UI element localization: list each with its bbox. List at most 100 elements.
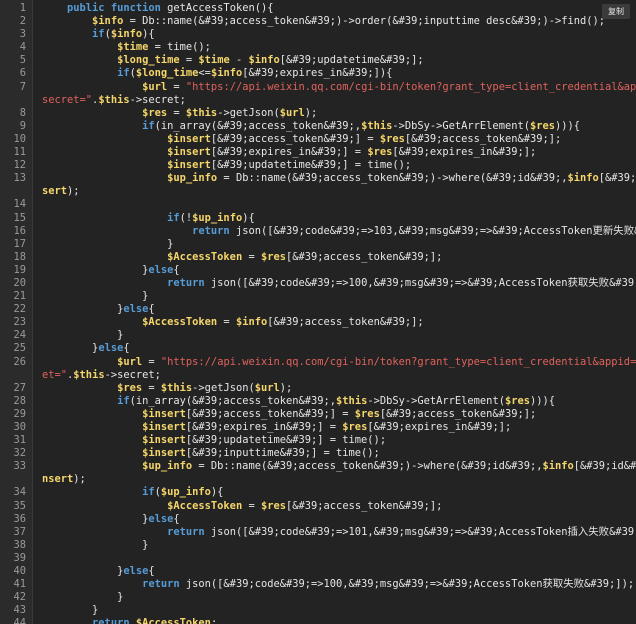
code-token: $up_info [142,460,193,473]
code-text: $insert[&#39;access_token&#39;] = $res[&… [32,408,536,421]
code-line: 22 }else{ [0,303,636,316]
code-viewer: 1 public function getAccessToken(){2 $in… [0,0,636,624]
code-line: 5 $long_time = $time - $info[&#39;update… [0,54,636,67]
code-token: $res [342,421,368,433]
code-token: [&#39;expires_in&#39;] = [185,421,343,433]
line-number: 13 [13,172,26,185]
code-text: } [32,539,148,552]
code-token: $insert [167,159,211,172]
code-line: 4 $time = time(); [0,41,636,54]
code-line: 7 $url = "https://api.weixin.qq.com/cgi-… [0,81,636,94]
code-text: return json([&#39;code&#39;=>103,&#39;ms… [32,225,636,238]
code-line: 43 } [0,604,636,617]
code-token: else [148,263,174,276]
code-line: 34 if($up_info){ [0,486,636,499]
code-token: - [229,54,249,67]
code-token: = Db::name(&#39;access_token&#39;)->orde… [123,15,606,28]
code-token: [&#39;access_token&#39;]; [267,316,424,329]
code-token: = [142,355,161,368]
code-token: $res [260,499,287,512]
code-text: return json([&#39;code&#39;=>101,&#39;ms… [32,526,636,539]
code-text: if(in_array(&#39;access_token&#39;,$this… [32,395,555,408]
line-number: 2 [19,15,26,28]
copy-button[interactable]: 复制 [602,4,630,19]
code-token: $up_info [160,486,211,499]
code-line: 38 } [0,539,636,552]
code-token: if [142,486,155,499]
code-text: secret=".$this->secret; [32,94,186,107]
code-text: $up_info = Db::name(&#39;access_token&#3… [32,460,636,473]
code-token: ){ [242,211,255,224]
code-text: $url = "https://api.weixin.qq.com/cgi-bi… [32,81,636,94]
code-text: $up_info = Db::name(&#39;access_token&#3… [32,172,636,185]
line-number: 11 [13,146,26,159]
code-text: $insert[&#39;expires_in&#39;] = $res[&#3… [32,146,536,159]
code-token: [&#39;access_token&#39;]; [286,250,443,263]
code-token: $info [210,67,243,80]
line-number: 8 [19,106,26,119]
code-token: return [92,617,130,624]
code-token: = [179,54,199,67]
code-text: } [32,329,123,342]
code-area[interactable]: 1 public function getAccessToken(){2 $in… [0,2,636,624]
code-token: $up_info [167,172,218,185]
code-text: $res = $this->getJson($url); [32,382,292,395]
code-text: $insert[&#39;access_token&#39;] = $res[&… [32,133,561,146]
line-number: 24 [13,329,26,342]
line-number: 36 [13,512,26,525]
code-token: } [42,329,124,342]
code-line: et=".$this->secret; [0,369,636,382]
code-token: $insert [142,434,186,447]
line-number: 26 [13,355,26,368]
code-token: $res [379,132,405,145]
code-token: ->secret; [129,93,186,106]
code-line: 42 } [0,591,636,604]
line-number: 7 [19,80,26,93]
code-token: json([&#39;code&#39;=>103,&#39;msg&#39;=… [235,224,636,237]
code-token: ){ [210,486,224,499]
code-token: $res [117,381,143,394]
code-token: secret=" [42,93,93,106]
line-number [0,94,32,107]
code-token: $info [235,316,268,329]
line-number: 21 [13,290,26,303]
line-number: 22 [13,303,26,316]
code-line: 13 $up_info = Db::name(&#39;access_token… [0,172,636,185]
code-token: ->DbSy->GetArrElement( [367,394,505,407]
code-line: 8 $res = $this->getJson($url); [0,107,636,120]
code-text: $insert[&#39;expires_in&#39;] = $res[&#3… [32,421,511,434]
code-token: "https://api.weixin.qq.com/cgi-bin/token… [185,80,636,93]
code-line: 36 }else{ [0,513,636,526]
code-token: $AccessToken [135,617,211,624]
code-token: { [173,512,180,525]
code-token: [&#39;expires_in&#39;]; [367,421,512,433]
code-token: { [123,342,130,355]
code-token: nsert [42,473,74,486]
code-token: = [167,106,186,119]
code-text: $insert[&#39;updatetime&#39;] = time(); [32,159,411,172]
line-number: 16 [13,224,26,237]
line-number: 6 [19,67,26,80]
code-text: return json([&#39;code&#39;=>100,&#39;ms… [32,578,634,591]
code-token: } [42,237,174,250]
code-text: if(!$up_info){ [32,212,255,225]
code-token: ); [67,185,80,198]
code-token: { [148,565,155,578]
code-line: 16 return json([&#39;code&#39;=>103,&#39… [0,225,636,238]
code-token: $url [117,355,143,368]
line-number [0,473,32,486]
code-token: [&#39;updatetime&#39;]; [279,54,424,67]
code-text: }else{ [32,342,130,355]
code-token: = Db::name(&#39;access_token&#39;)->wher… [192,460,543,473]
